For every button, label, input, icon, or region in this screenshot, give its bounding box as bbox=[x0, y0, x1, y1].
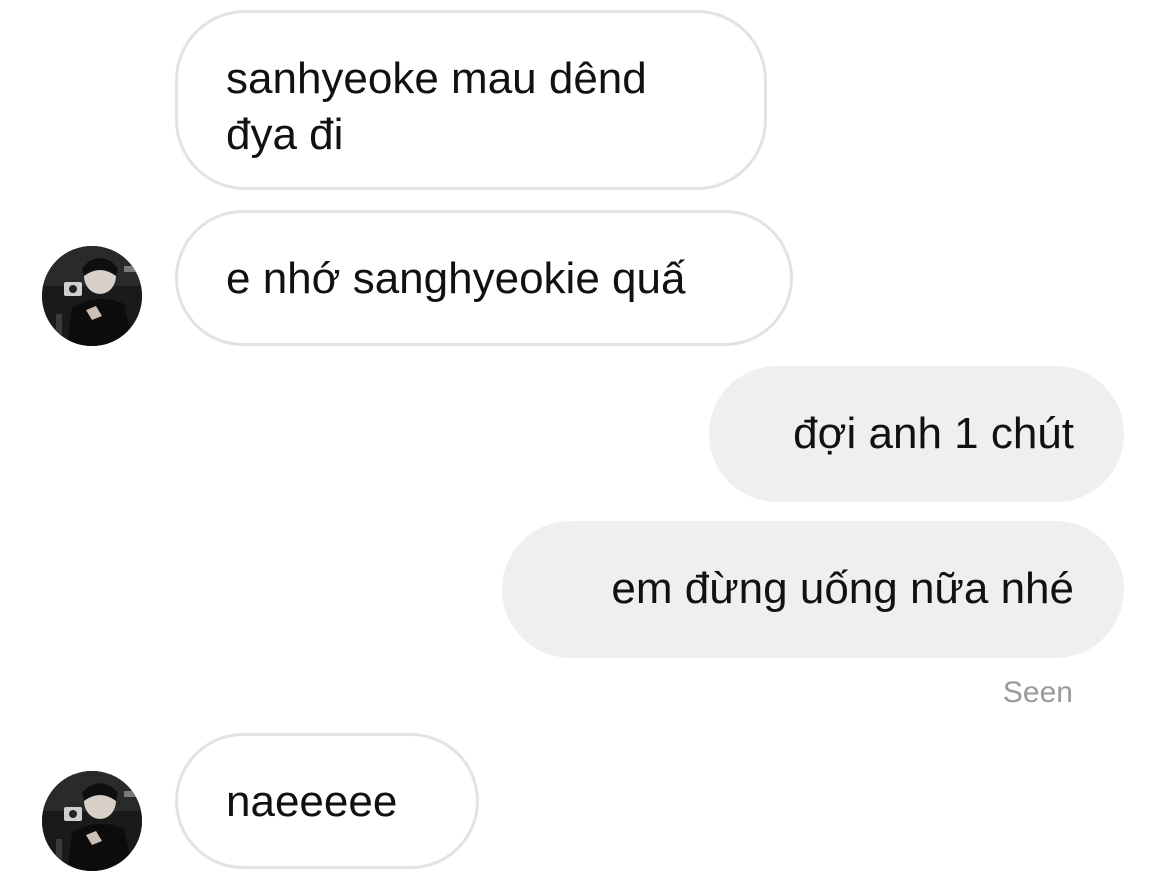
message-bubble-outgoing[interactable]: đợi anh 1 chút bbox=[709, 366, 1124, 502]
avatar-photo-icon bbox=[42, 246, 142, 346]
message-text: e nhớ sanghyeokie quấ bbox=[226, 254, 686, 303]
message-bubble-incoming[interactable]: sanhyeoke mau dênd đya đi bbox=[175, 10, 767, 190]
message-text: sanhyeoke mau dênd đya đi bbox=[226, 54, 647, 159]
avatar-photo-icon bbox=[42, 771, 142, 871]
seen-status: Seen bbox=[1002, 676, 1073, 709]
sender-avatar[interactable] bbox=[42, 246, 142, 346]
message-text: naeeeee bbox=[226, 777, 398, 826]
message-bubble-incoming[interactable]: e nhớ sanghyeokie quấ bbox=[175, 210, 793, 346]
sender-avatar[interactable] bbox=[42, 771, 142, 871]
message-bubble-incoming[interactable]: naeeeee bbox=[175, 733, 479, 869]
message-text: đợi anh 1 chút bbox=[793, 409, 1074, 458]
message-bubble-outgoing[interactable]: em đừng uống nữa nhé bbox=[502, 521, 1124, 658]
message-text: em đừng uống nữa nhé bbox=[611, 564, 1074, 613]
